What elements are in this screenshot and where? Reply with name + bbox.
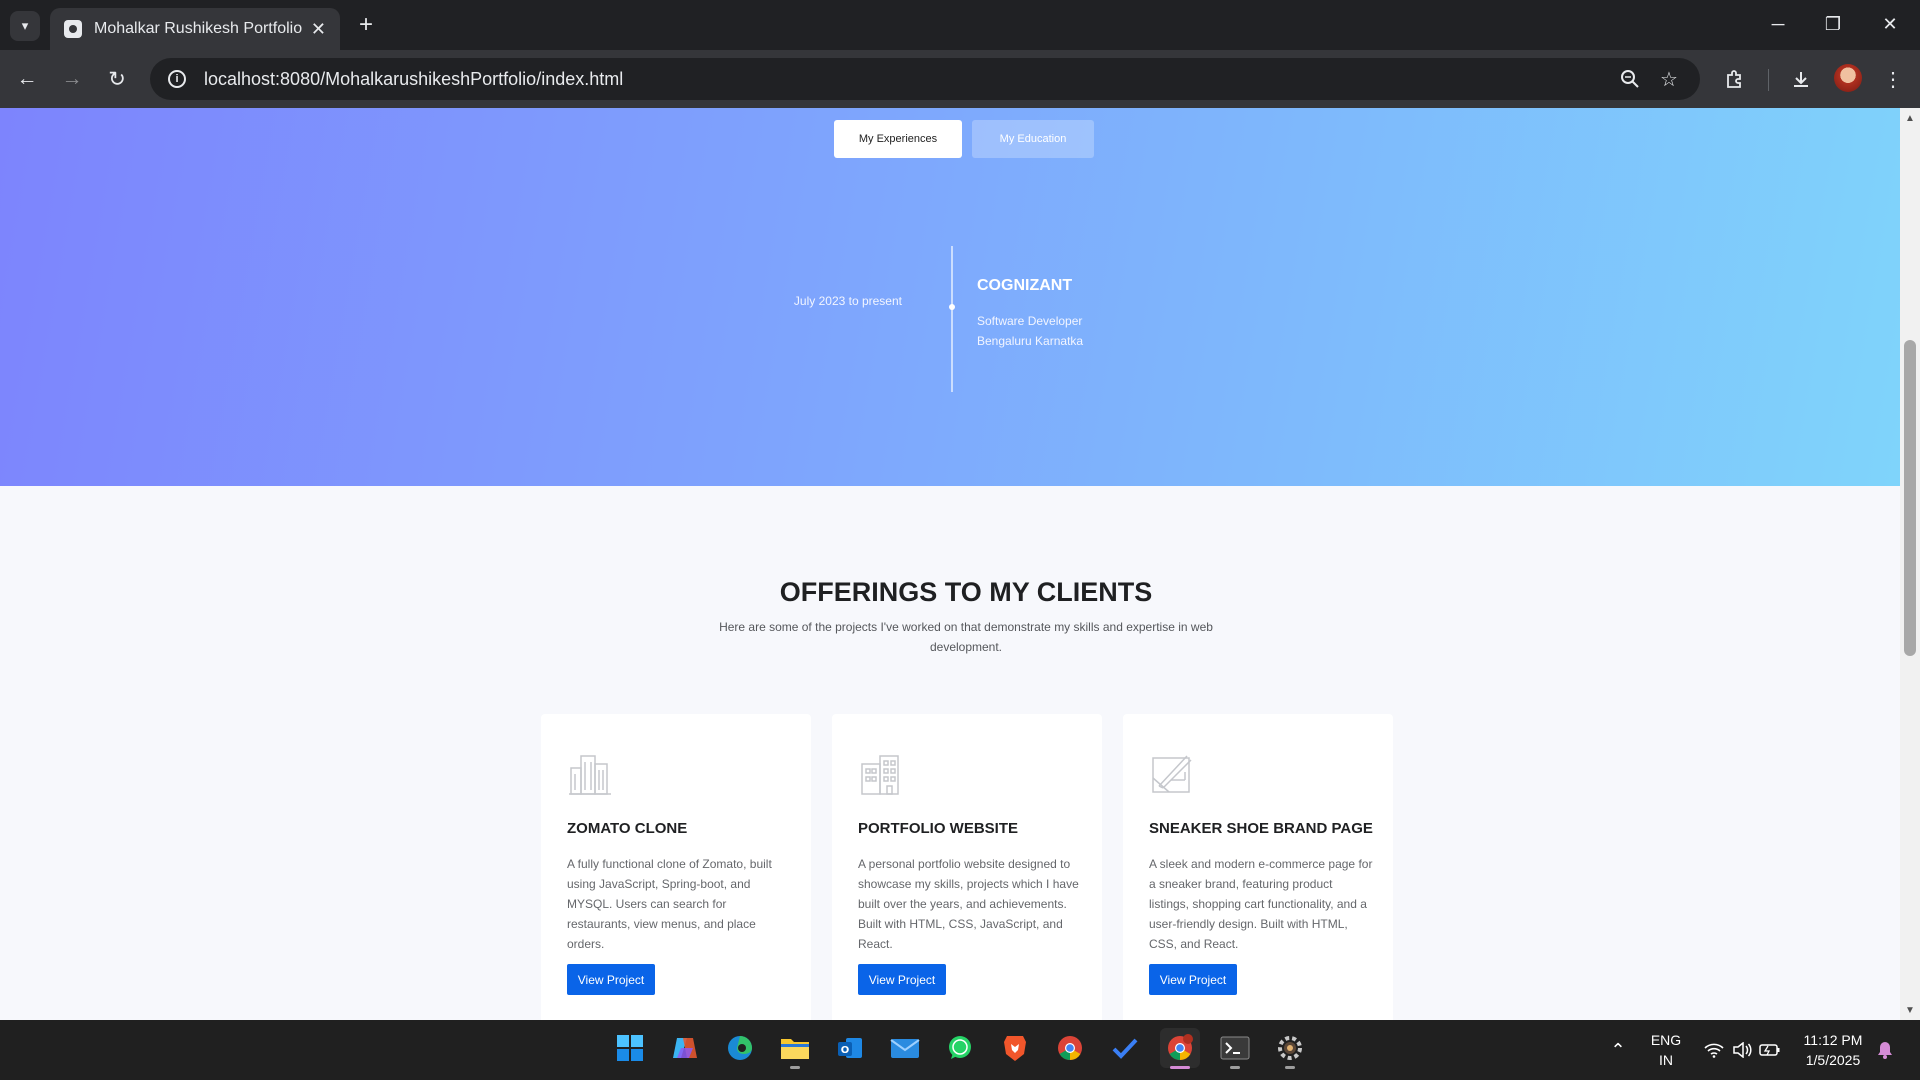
- clock[interactable]: 11:12 PM 1/5/2025: [1796, 1028, 1870, 1072]
- restore-icon[interactable]: ❐: [1813, 8, 1853, 40]
- close-tab-icon[interactable]: ✕: [311, 19, 326, 40]
- minimize-icon[interactable]: ─: [1758, 8, 1798, 40]
- camera-favicon-icon: [64, 20, 82, 38]
- clock-date: 1/5/2025: [1805, 1052, 1861, 1068]
- view-project-button[interactable]: View Project: [567, 964, 655, 995]
- terminal-icon[interactable]: [1215, 1028, 1255, 1069]
- url-text[interactable]: localhost:8080/MohalkarushikeshPortfolio…: [204, 69, 623, 90]
- project-card-title: PORTFOLIO WEBSITE: [858, 820, 1018, 837]
- offerings-title: OFFERINGS TO MY CLIENTS: [779, 577, 1153, 607]
- toolbar-divider: [1768, 69, 1769, 91]
- volume-icon[interactable]: [1728, 1028, 1756, 1072]
- running-indicator: [1285, 1066, 1295, 1069]
- show-hidden-icons-chevron-up-icon[interactable]: ⌃: [1603, 1028, 1633, 1072]
- running-indicator: [1230, 1066, 1240, 1069]
- whatsapp-icon[interactable]: [940, 1028, 980, 1068]
- site-info-icon[interactable]: i: [168, 70, 186, 88]
- project-card-portfolio: PORTFOLIO WEBSITE A personal portfolio w…: [832, 714, 1102, 1020]
- close-window-icon[interactable]: ✕: [1870, 8, 1910, 40]
- extensions-puzzle-icon[interactable]: [1720, 64, 1750, 94]
- project-card-zomato: ZOMATO CLONE A fully functional clone of…: [541, 714, 811, 1020]
- reload-icon[interactable]: ↻: [102, 64, 132, 94]
- file-explorer-icon[interactable]: [775, 1028, 815, 1069]
- todo-checkmark-icon[interactable]: [1105, 1028, 1145, 1068]
- scroll-down-arrow-icon[interactable]: ▼: [1900, 1000, 1920, 1020]
- battery-icon[interactable]: [1756, 1028, 1784, 1072]
- profile-avatar[interactable]: [1834, 64, 1862, 92]
- start-windows-icon[interactable]: [610, 1028, 650, 1068]
- project-card-description: A personal portfolio website designed to…: [858, 857, 1079, 951]
- windows-taskbar: O ⌃ ENG IN 11:12 PM 1/5/2025: [0, 1020, 1920, 1080]
- tab-my-experiences[interactable]: My Experiences: [834, 120, 962, 158]
- tab-title: Mohalkar Rushikesh Portfolio: [94, 20, 303, 37]
- brave-browser-icon[interactable]: [995, 1028, 1035, 1068]
- experience-role: Software Developer: [977, 314, 1083, 328]
- view-project-button[interactable]: View Project: [1149, 964, 1237, 995]
- wifi-icon[interactable]: [1700, 1028, 1728, 1072]
- browser-tab[interactable]: Mohalkar Rushikesh Portfolio ✕: [50, 8, 340, 50]
- tab-my-education[interactable]: My Education: [972, 120, 1094, 158]
- browser-tab-strip: ▾ Mohalkar Rushikesh Portfolio ✕ + ─ ❐ ✕: [0, 0, 1920, 50]
- timeline-line: [951, 246, 953, 392]
- running-indicator: [790, 1066, 800, 1069]
- clock-time: 11:12 PM: [1803, 1032, 1863, 1048]
- experience-company: COGNIZANT: [977, 277, 1073, 294]
- downloads-icon[interactable]: [1786, 64, 1816, 94]
- project-card-title: ZOMATO CLONE: [567, 820, 688, 837]
- project-card-description: A sleek and modern e-commerce page for a…: [1149, 857, 1373, 951]
- chrome-icon[interactable]: [1050, 1028, 1090, 1068]
- scroll-up-arrow-icon[interactable]: ▲: [1900, 108, 1920, 128]
- region-code: IN: [1659, 1052, 1673, 1068]
- project-card-sneaker: SNEAKER SHOE BRAND PAGE A sleek and mode…: [1123, 714, 1393, 1020]
- scroll-thumb[interactable]: [1904, 340, 1916, 656]
- browser-toolbar: ← → ↻ i localhost:8080/MohalkarushikeshP…: [0, 50, 1920, 108]
- back-arrow-icon[interactable]: ←: [12, 64, 42, 94]
- svg-text:O: O: [841, 1045, 850, 1056]
- design-tools-icon: [1149, 750, 1195, 796]
- language-indicator[interactable]: ENG IN: [1645, 1028, 1687, 1072]
- notification-bell-icon[interactable]: [1872, 1028, 1898, 1072]
- page-scrollbar[interactable]: ▲ ▼: [1900, 108, 1920, 1020]
- new-tab-plus-icon[interactable]: +: [352, 11, 380, 39]
- mail-icon[interactable]: [885, 1028, 925, 1068]
- settings-gear-icon[interactable]: [1270, 1028, 1310, 1069]
- view-project-button[interactable]: View Project: [858, 964, 946, 995]
- building-icon: [567, 750, 613, 796]
- outlook-icon[interactable]: O: [830, 1028, 870, 1068]
- forward-arrow-icon[interactable]: →: [57, 64, 87, 94]
- offerings-subtitle: Here are some of the projects I've worke…: [719, 620, 1213, 654]
- experience-period: July 2023 to present: [793, 294, 902, 308]
- language-code: ENG: [1650, 1032, 1682, 1048]
- experience-section: My Experiences My Education July 2023 to…: [0, 108, 1900, 486]
- chrome-profile-active-icon[interactable]: [1160, 1028, 1200, 1069]
- experience-location: Bengaluru Karnatka: [977, 334, 1084, 348]
- address-bar[interactable]: i localhost:8080/MohalkarushikeshPortfol…: [150, 58, 1700, 100]
- project-card-title: SNEAKER SHOE BRAND PAGE: [1149, 820, 1373, 837]
- project-card-description: A fully functional clone of Zomato, buil…: [567, 857, 772, 951]
- tab-list-chevron-down-icon[interactable]: ▾: [10, 11, 40, 41]
- copilot-icon[interactable]: [665, 1028, 705, 1068]
- timeline-dot: [949, 304, 955, 310]
- page-viewport: My Experiences My Education July 2023 to…: [0, 108, 1900, 1020]
- browser-menu-kebab-icon[interactable]: ⋮: [1878, 64, 1908, 94]
- edge-browser-icon[interactable]: [720, 1028, 760, 1068]
- office-building-icon: [858, 750, 904, 796]
- bookmark-star-icon[interactable]: ☆: [1660, 58, 1678, 100]
- zoom-magnifier-icon[interactable]: [1620, 58, 1640, 100]
- active-indicator: [1170, 1066, 1190, 1069]
